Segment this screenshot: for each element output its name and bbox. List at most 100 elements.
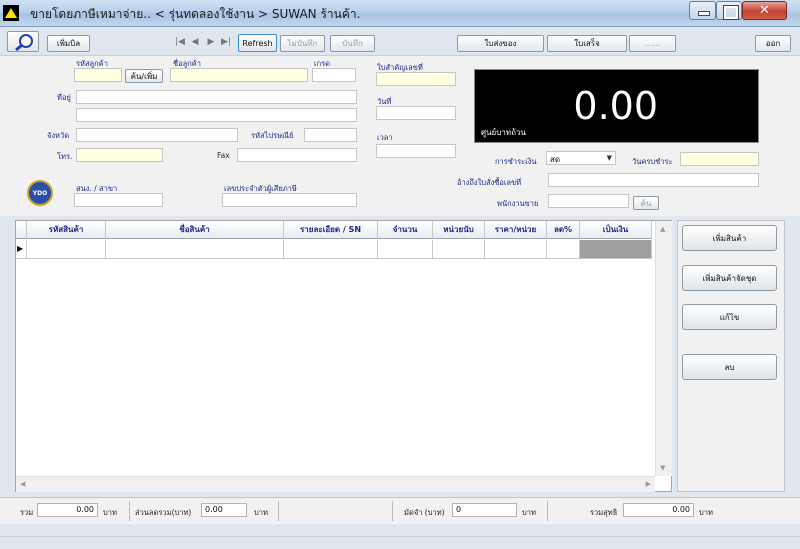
address-line2-input[interactable]	[76, 108, 357, 122]
company-logo-icon: YDO	[27, 180, 53, 206]
cell-quantity[interactable]	[378, 240, 433, 259]
salesperson-input[interactable]	[548, 194, 629, 208]
postcode-label: รหัสไปรษณีย์	[251, 131, 294, 140]
minimize-icon	[698, 11, 710, 16]
customer-code-input[interactable]	[74, 68, 122, 82]
date-input[interactable]	[376, 106, 456, 120]
deposit-input[interactable]: 0	[452, 503, 517, 517]
total-display: 0.00 ศูนย์บาทถ้วน	[474, 69, 759, 143]
due-date-label: วันครบชำระ	[632, 157, 673, 166]
net-total-label: รวมสุทธิ	[590, 508, 618, 517]
discount-input[interactable]: 0.00	[201, 503, 247, 517]
fax-input[interactable]	[237, 148, 357, 162]
vertical-scrollbar[interactable]: ▲ ▼	[655, 221, 672, 476]
edit-button[interactable]: แก้ไข	[682, 304, 777, 330]
deposit-unit-label: บาท	[522, 508, 536, 517]
new-bill-button[interactable]: เพิ่มบิล	[47, 35, 90, 52]
cell-unit[interactable]	[433, 240, 485, 259]
scroll-down-icon[interactable]: ▼	[660, 464, 665, 472]
grid-row-header-corner	[16, 221, 27, 239]
scroll-left-icon[interactable]: ◀	[20, 480, 25, 488]
cell-discount[interactable]	[547, 240, 580, 259]
payment-label: การชำระเงิน	[495, 157, 537, 166]
column-header-product-code[interactable]: รหัสสินค้า	[27, 221, 106, 239]
phone-label: โทร.	[57, 152, 73, 161]
payment-select[interactable]: สด ▼	[546, 151, 616, 165]
search-button[interactable]	[7, 31, 39, 52]
close-icon: ✕	[759, 3, 770, 18]
deposit-label: มัดจำ (บาท)	[404, 508, 445, 517]
cancel-save-button[interactable]: ไม่บันทึก	[280, 35, 325, 52]
toolbar	[0, 28, 800, 56]
cell-product-code[interactable]	[27, 240, 106, 259]
receipt-button[interactable]: ใบเสร็จ	[547, 35, 627, 52]
horizontal-scrollbar[interactable]: ◀ ▶	[16, 476, 655, 492]
scroll-up-icon[interactable]: ▲	[660, 225, 665, 233]
ref-purchase-label: อ้างถึงใบสั่งซื้อเลขที่	[457, 178, 522, 187]
discount-unit-label: บาท	[254, 508, 268, 517]
column-header-product-name[interactable]: ชื่อสินค้า	[106, 221, 284, 239]
window-title: ขายโดยภาษีเหมาจ่าย.. < รุ่นทดลองใช้งาน >…	[30, 7, 361, 21]
cell-amount	[580, 240, 652, 259]
phone-input[interactable]	[76, 148, 163, 162]
status-strip	[0, 536, 800, 549]
payment-selected-value: สด	[550, 155, 561, 164]
cell-product-name[interactable]	[106, 240, 284, 259]
column-header-detail-sn[interactable]: รายละเอียด / SN	[284, 221, 378, 239]
net-total-input: 0.00	[623, 503, 694, 517]
refresh-button[interactable]: Refresh	[238, 34, 277, 52]
column-header-unit[interactable]: หน่วยนับ	[433, 221, 485, 239]
delete-button[interactable]: ลบ	[682, 354, 777, 380]
tax-id-input[interactable]	[222, 193, 357, 207]
more-button[interactable]: ......	[629, 35, 676, 52]
total-display-words: ศูนย์บาทถ้วน	[481, 128, 526, 137]
province-input[interactable]	[76, 128, 238, 142]
ref-purchase-input[interactable]	[548, 173, 759, 187]
province-label: จังหวัด	[47, 131, 70, 140]
total-unit-label: บาท	[103, 508, 117, 517]
divider	[547, 501, 548, 521]
maximize-icon	[723, 5, 739, 20]
nav-prev-icon[interactable]: ◀	[189, 35, 201, 48]
divider	[278, 501, 279, 521]
branch-input[interactable]	[74, 193, 163, 207]
total-display-amount: 0.00	[573, 84, 658, 128]
receipt-no-input[interactable]	[376, 72, 456, 86]
nav-last-icon[interactable]: ▶|	[220, 35, 232, 48]
time-input[interactable]	[376, 144, 456, 158]
scroll-right-icon[interactable]: ▶	[646, 480, 651, 488]
customer-name-input[interactable]	[170, 68, 308, 82]
column-header-discount[interactable]: ลด%	[547, 221, 580, 239]
search-add-customer-button[interactable]: ค้น/เพิ่ม	[125, 69, 163, 83]
nav-next-icon[interactable]: ▶	[205, 35, 217, 48]
app-logo-icon	[3, 5, 19, 21]
cell-detail-sn[interactable]	[284, 240, 378, 259]
column-header-amount[interactable]: เป็นเงิน	[580, 221, 652, 239]
column-header-quantity[interactable]: จำนวน	[378, 221, 433, 239]
magnifier-icon	[15, 34, 33, 52]
salesperson-search-button[interactable]: ค้น	[633, 196, 659, 210]
net-total-unit-label: บาท	[699, 508, 713, 517]
nav-first-icon[interactable]: |◀	[174, 35, 186, 48]
row-selector-icon[interactable]: ▶	[16, 240, 27, 259]
salesperson-label: พนักงานขาย	[497, 199, 539, 208]
close-button[interactable]: ✕	[742, 1, 787, 20]
save-button[interactable]: บันทึก	[330, 35, 375, 52]
chevron-down-icon: ▼	[606, 154, 612, 162]
add-product-button[interactable]: เพิ่มสินค้า	[682, 225, 777, 251]
column-header-unit-price[interactable]: ราคา/หน่วย	[485, 221, 547, 239]
grade-input[interactable]	[312, 68, 356, 82]
add-product-set-button[interactable]: เพิ่มสินค้าจัดชุด	[682, 265, 777, 291]
address-line1-input[interactable]	[76, 90, 357, 104]
divider	[392, 501, 393, 521]
postcode-input[interactable]	[304, 128, 357, 142]
minimize-button[interactable]	[689, 1, 716, 20]
divider	[129, 501, 130, 521]
maximize-button[interactable]	[716, 1, 742, 20]
exit-button[interactable]: ออก	[755, 35, 791, 52]
cell-unit-price[interactable]	[485, 240, 547, 259]
product-grid[interactable]: รหัสสินค้า ชื่อสินค้า รายละเอียด / SN จำ…	[15, 220, 672, 492]
discount-label: ส่วนลดรวม(บาท)	[135, 508, 192, 517]
delivery-note-button[interactable]: ใบส่งของ	[457, 35, 544, 52]
due-date-input[interactable]	[680, 152, 759, 166]
